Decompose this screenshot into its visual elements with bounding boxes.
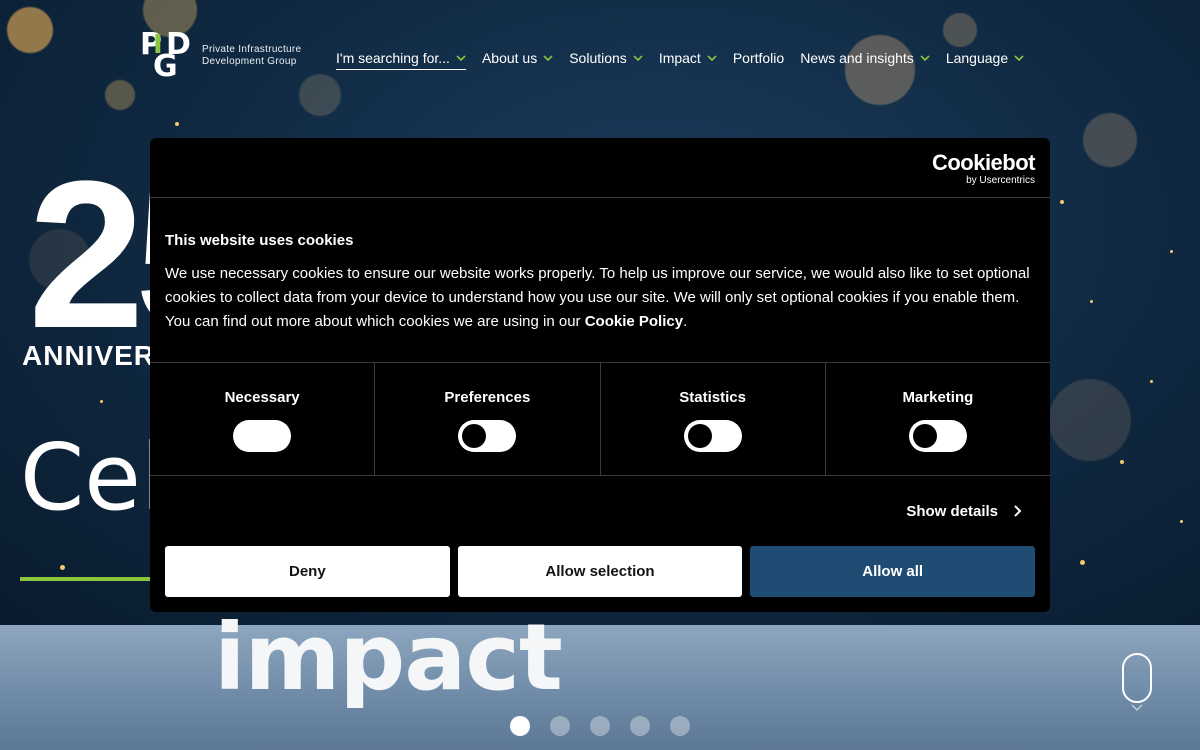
cookie-dialog-body: This website uses cookies We use necessa… (150, 198, 1050, 363)
slider-dot-4[interactable] (630, 716, 650, 736)
nav-news-and-insights[interactable]: News and insights (800, 46, 930, 70)
slider-dot-5[interactable] (670, 716, 690, 736)
toggle-knob (687, 424, 712, 448)
cookie-policy-link[interactable]: Cookie Policy (585, 313, 683, 330)
category-marketing: Marketing (826, 363, 1050, 475)
nav-searching-for[interactable]: I'm searching for... (336, 46, 466, 70)
toggle-knob (462, 424, 487, 448)
slider-dot-3[interactable] (590, 716, 610, 736)
cookie-categories: Necessary Preferences Statistics Marketi… (150, 363, 1050, 476)
category-statistics: Statistics (601, 363, 826, 475)
slider-pagination (510, 716, 710, 736)
category-preferences: Preferences (375, 363, 601, 475)
statistics-toggle[interactable] (683, 420, 742, 452)
cookie-consent-dialog: Cookiebot by Usercentrics This website u… (150, 138, 1050, 612)
toggle-knob (912, 424, 937, 448)
cookie-dialog-header: Cookiebot by Usercentrics (150, 138, 1050, 198)
scroll-down-mouse-icon[interactable] (1122, 653, 1152, 703)
chevron-down-icon (456, 54, 466, 61)
chevron-right-icon (1014, 505, 1022, 517)
marketing-toggle[interactable] (908, 420, 967, 452)
chevron-down-icon (707, 55, 717, 62)
nav-about-us[interactable]: About us (482, 46, 553, 70)
chevron-down-icon (543, 55, 553, 62)
chevron-down-icon (1014, 55, 1024, 62)
allow-selection-button[interactable]: Allow selection (457, 546, 743, 597)
slider-dot-2[interactable] (550, 716, 570, 736)
slider-dot-1[interactable] (510, 716, 530, 736)
show-details-link[interactable]: Show details (150, 476, 1050, 546)
deny-button[interactable]: Deny (165, 546, 450, 597)
site-logo[interactable]: P I D G Private Infrastructure Developme… (140, 30, 301, 82)
nav-solutions[interactable]: Solutions (569, 46, 643, 70)
necessary-toggle (233, 420, 292, 452)
cookie-buttons: Deny Allow selection Allow all (150, 546, 1050, 597)
nav-language[interactable]: Language (946, 46, 1024, 70)
cookie-dialog-text: We use necessary cookies to ensure our w… (165, 265, 1030, 330)
category-necessary: Necessary (150, 363, 376, 475)
preferences-toggle[interactable] (458, 420, 517, 452)
cookiebot-logo: Cookiebot by Usercentrics (931, 150, 1036, 187)
chevron-down-icon (633, 55, 643, 62)
nav-portfolio[interactable]: Portfolio (733, 46, 784, 70)
allow-all-button[interactable]: Allow all (750, 546, 1036, 597)
nav-impact[interactable]: Impact (659, 46, 717, 70)
chevron-down-icon (1131, 704, 1143, 712)
logo-text: Private Infrastructure Development Group (202, 44, 302, 67)
hero-word-impact: impact (214, 604, 563, 711)
chevron-down-icon (920, 55, 930, 62)
pidg-logo-mark: P I D G (140, 27, 191, 84)
cookie-dialog-title: This website uses cookies (165, 232, 354, 249)
main-nav: I'm searching for... About us Solutions … (336, 46, 1040, 70)
